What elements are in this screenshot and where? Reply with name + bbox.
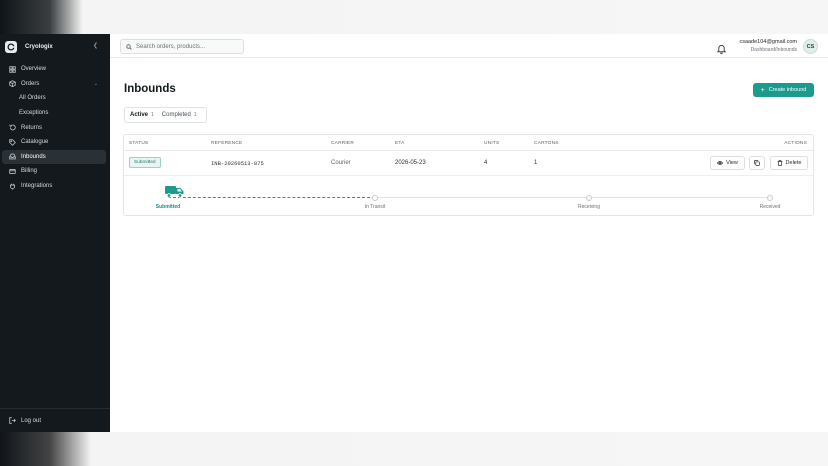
step-label-received: Received	[759, 204, 781, 210]
sidebar-item-label: Exceptions	[19, 110, 49, 117]
tab-count: 1	[193, 112, 197, 118]
sidebar-item-overview[interactable]: Overview	[0, 62, 106, 77]
tab-label: Completed	[161, 112, 191, 118]
status-badge: Submitted	[129, 157, 161, 168]
grid-icon	[8, 65, 16, 73]
status-tabs: Active 1 Completed 1	[124, 107, 207, 123]
delete-label: Delete	[785, 160, 802, 166]
plug-icon	[8, 182, 16, 190]
truck-icon	[165, 185, 184, 198]
eta-cell: 2026-05-23	[395, 160, 426, 166]
tag-icon	[8, 138, 16, 146]
inbox-icon	[8, 153, 16, 161]
logo-icon	[5, 41, 17, 53]
app-window: Cryologix ❮ Overview Orders ⌄ All Orders…	[0, 34, 828, 432]
sidebar-item-label: Integrations	[21, 183, 53, 190]
logout-section: Log out	[0, 408, 110, 428]
sidebar: Cryologix ❮ Overview Orders ⌄ All Orders…	[0, 34, 110, 432]
bottom-backdrop	[0, 432, 828, 466]
card-icon	[8, 167, 16, 175]
copy-icon	[754, 160, 760, 166]
logout-button[interactable]: Log out	[0, 413, 106, 428]
step-dot-in-transit	[372, 195, 378, 201]
progress-line-done	[168, 197, 375, 198]
sidebar-item-label: Returns	[21, 124, 43, 131]
cartons-cell: 1	[534, 160, 538, 166]
search-icon	[126, 43, 132, 50]
sidebar-item-catalogue[interactable]: Catalogue	[0, 135, 106, 150]
bell-icon[interactable]	[716, 41, 727, 54]
step-label-in-transit: In Transit	[364, 204, 386, 210]
progress-line-remaining	[375, 197, 770, 198]
sidebar-item-label: Orders	[21, 80, 40, 87]
page-title: Inbounds	[124, 83, 176, 95]
sidebar-item-label: Overview	[21, 66, 47, 73]
column-header-cartons: CARTONS	[534, 141, 559, 146]
column-header-reference: REFERENCE	[211, 141, 243, 146]
units-cell: 4	[484, 160, 488, 166]
box-icon	[8, 80, 16, 88]
create-inbound-label: Create inbound	[768, 87, 807, 93]
create-inbound-button[interactable]: + Create inbound	[753, 83, 814, 97]
brand-name: Cryologix	[25, 44, 53, 50]
logout-icon	[8, 417, 16, 425]
sidebar-item-inbounds[interactable]: Inbounds	[2, 149, 106, 165]
trash-icon	[777, 160, 782, 166]
user-email: csaade104@gmail.com	[739, 39, 797, 45]
table-row[interactable]: Submitted INB-20260513-875 Courier 2026-…	[124, 151, 813, 176]
tab-active[interactable]: Active 1	[130, 112, 154, 118]
search-input[interactable]: Search orders, products...	[120, 39, 244, 54]
eye-icon	[717, 161, 724, 165]
return-icon	[8, 124, 16, 132]
inbound-progress: Submitted In Transit Receiving Received	[124, 176, 813, 217]
chevron-down-icon[interactable]: ⌄	[94, 81, 98, 87]
sidebar-item-label: Inbounds	[21, 153, 46, 160]
sidebar-nav: Overview Orders ⌄ All Orders Exceptions …	[0, 62, 110, 193]
sidebar-item-billing[interactable]: Billing	[0, 164, 106, 179]
carrier-cell: Courier	[331, 160, 351, 166]
tab-completed[interactable]: Completed 1	[162, 112, 197, 118]
step-label-receiving: Receiving	[578, 204, 600, 210]
step-dot-receiving	[586, 195, 592, 201]
sidebar-item-exceptions[interactable]: Exceptions	[0, 106, 106, 121]
delete-button[interactable]: Delete	[770, 156, 808, 170]
avatar[interactable]: CS	[803, 39, 818, 54]
column-header-status: STATUS	[129, 141, 149, 146]
sidebar-item-returns[interactable]: Returns	[0, 120, 106, 135]
sidebar-item-orders[interactable]: Orders ⌄	[0, 77, 106, 92]
view-button[interactable]: View	[710, 156, 745, 170]
table-header: STATUS REFERENCE CARRIER ETA UNITS CARTO…	[124, 135, 813, 151]
inbounds-table: STATUS REFERENCE CARRIER ETA UNITS CARTO…	[123, 134, 814, 216]
breadcrumb: Dashboard/Inbounds	[750, 47, 797, 53]
sidebar-item-label: Billing	[21, 168, 38, 175]
step-dot-received	[767, 195, 773, 201]
view-label: View	[726, 160, 738, 166]
column-header-carrier: CARRIER	[331, 141, 354, 146]
column-header-units: UNITS	[484, 141, 500, 146]
tab-label: Active	[130, 112, 149, 118]
brand[interactable]: Cryologix	[5, 41, 53, 53]
step-label-submitted: Submitted	[155, 204, 181, 210]
duplicate-button[interactable]	[749, 156, 765, 170]
search-placeholder: Search orders, products...	[136, 43, 206, 50]
logout-label: Log out	[21, 417, 42, 424]
reference-cell: INB-20260513-875	[211, 160, 264, 167]
top-backdrop	[0, 0, 828, 34]
sidebar-item-label: Catalogue	[21, 139, 49, 146]
plus-icon: +	[760, 86, 765, 94]
tab-count: 1	[151, 112, 154, 118]
sidebar-item-label: All Orders	[19, 95, 46, 102]
column-header-eta: ETA	[395, 141, 405, 146]
sidebar-item-all-orders[interactable]: All Orders	[0, 91, 106, 106]
top-header: Search orders, products... csaade104@gma…	[110, 34, 828, 58]
sidebar-item-integrations[interactable]: Integrations	[0, 179, 106, 194]
column-header-actions: ACTIONS	[784, 141, 807, 146]
collapse-sidebar-icon[interactable]: ❮	[93, 42, 98, 49]
main-content: Inbounds + Create inbound Active 1 Compl…	[110, 59, 828, 432]
